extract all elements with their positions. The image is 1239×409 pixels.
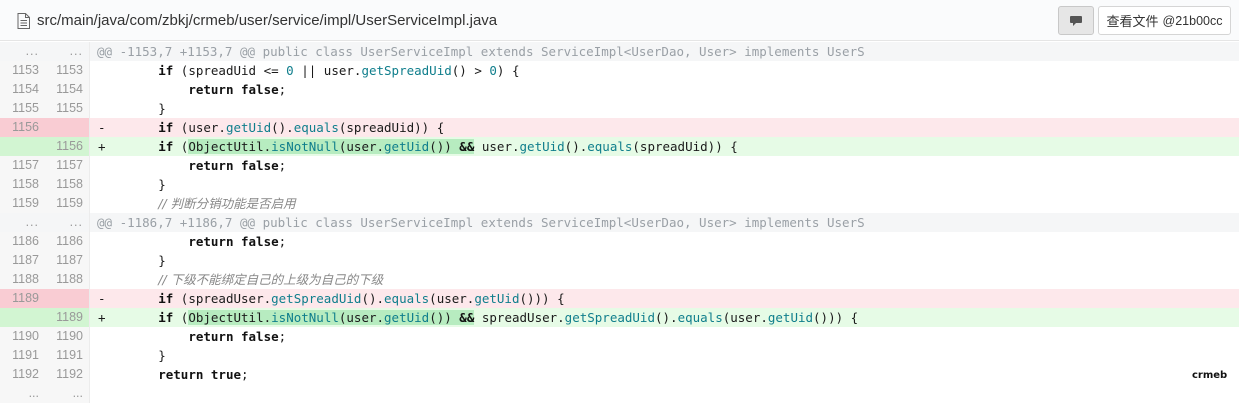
new-line-number xyxy=(45,289,90,308)
old-line-number xyxy=(0,308,45,327)
diff-line: 1157 1157 return false; xyxy=(0,156,1239,175)
file-header: src/main/java/com/zbkj/crmeb/user/servic… xyxy=(0,0,1239,41)
code-text: // 判断分销功能是否启用 xyxy=(158,196,296,211)
code-text: } xyxy=(158,253,166,268)
expand-row[interactable]: ... ... xyxy=(0,384,1239,403)
old-line-number: 1156 xyxy=(0,118,45,137)
old-line-number: 1154 xyxy=(0,80,45,99)
code-text: + if (ObjectUtil.isNotNull(user.getUid()… xyxy=(98,139,738,154)
hunk-text: @@ -1186,7 +1186,7 @@ public class UserS… xyxy=(97,215,865,230)
hunk-text: @@ -1153,7 +1153,7 @@ public class UserS… xyxy=(97,44,865,59)
diff-line: 1155 1155 } xyxy=(0,99,1239,118)
code-text: // 下级不能绑定自己的上级为自己的下级 xyxy=(158,272,384,287)
old-line-number: 1153 xyxy=(0,61,45,80)
old-line-number: ... xyxy=(0,213,45,232)
old-line-number: 1187 xyxy=(0,251,45,270)
old-line-number: 1157 xyxy=(0,156,45,175)
view-file-label: 查看文件 xyxy=(1106,14,1159,29)
new-line-number: 1159 xyxy=(45,194,90,213)
new-line-number: 1157 xyxy=(45,156,90,175)
old-line-number: ... xyxy=(0,384,45,403)
old-line-number: 1158 xyxy=(0,175,45,194)
added-line: 1156 + if (ObjectUtil.isNotNull(user.get… xyxy=(0,137,1239,156)
new-line-number xyxy=(45,118,90,137)
code-text: } xyxy=(158,177,166,192)
code-text: } xyxy=(158,101,166,116)
old-line-number: ... xyxy=(0,42,45,61)
diff-line: 1153 1153 if (spreadUid <= 0 || user.get… xyxy=(0,61,1239,80)
diff-line: 1188 1188 // 下级不能绑定自己的上级为自己的下级 xyxy=(0,270,1239,289)
file-path[interactable]: src/main/java/com/zbkj/crmeb/user/servic… xyxy=(37,11,497,31)
hunk-header[interactable]: ... ... @@ -1153,7 +1153,7 @@ public cla… xyxy=(0,42,1239,61)
diff-line: 1192 1192 return true; xyxy=(0,365,1239,384)
old-line-number: 1191 xyxy=(0,346,45,365)
deleted-line: 1189 - if (spreadUser.getSpreadUid().equ… xyxy=(0,289,1239,308)
diff-line: 1186 1186 return false; xyxy=(0,232,1239,251)
new-line-number: ... xyxy=(45,213,90,232)
new-line-number: ... xyxy=(45,42,90,61)
comment-icon xyxy=(1070,15,1082,26)
new-line-number: ... xyxy=(45,384,90,403)
code-text: - if (user.getUid().equals(spreadUid)) { xyxy=(98,120,445,135)
new-line-number: 1190 xyxy=(45,327,90,346)
deleted-line: 1156 - if (user.getUid().equals(spreadUi… xyxy=(0,118,1239,137)
diff-line: 1159 1159 // 判断分销功能是否启用 xyxy=(0,194,1239,213)
diff-view: ... ... @@ -1153,7 +1153,7 @@ public cla… xyxy=(0,42,1239,403)
crmeb-watermark: crmeb xyxy=(1192,370,1228,381)
old-line-number: 1190 xyxy=(0,327,45,346)
code-text: return false; xyxy=(188,82,287,97)
new-line-number: 1153 xyxy=(45,61,90,80)
new-line-number: 1154 xyxy=(45,80,90,99)
old-line-number: 1186 xyxy=(0,232,45,251)
diff-line: 1187 1187 } xyxy=(0,251,1239,270)
code-text: if (spreadUid <= 0 || user.getSpreadUid(… xyxy=(158,63,520,78)
code-text: - if (spreadUser.getSpreadUid().equals(u… xyxy=(98,291,565,306)
diff-line: 1190 1190 return false; xyxy=(0,327,1239,346)
new-line-number: 1192 xyxy=(45,365,90,384)
new-line-number: 1155 xyxy=(45,99,90,118)
new-line-number: 1191 xyxy=(45,346,90,365)
new-line-number: 1189 xyxy=(45,308,90,327)
code-text: return false; xyxy=(188,158,287,173)
code-text: } xyxy=(158,348,166,363)
hunk-header[interactable]: ... ... @@ -1186,7 +1186,7 @@ public cla… xyxy=(0,213,1239,232)
new-line-number: 1156 xyxy=(45,137,90,156)
diff-line: 1191 1191 } xyxy=(0,346,1239,365)
diff-line: 1154 1154 return false; xyxy=(0,80,1239,99)
old-line-number: 1192 xyxy=(0,365,45,384)
old-line-number: 1188 xyxy=(0,270,45,289)
added-line: 1189 + if (ObjectUtil.isNotNull(user.get… xyxy=(0,308,1239,327)
new-line-number: 1186 xyxy=(45,232,90,251)
code-text: return false; xyxy=(188,234,287,249)
old-line-number: 1159 xyxy=(0,194,45,213)
file-icon xyxy=(17,13,30,29)
code-text: return true; xyxy=(158,367,249,382)
old-line-number xyxy=(0,137,45,156)
new-line-number: 1188 xyxy=(45,270,90,289)
comment-button[interactable] xyxy=(1058,6,1094,35)
new-line-number: 1187 xyxy=(45,251,90,270)
code-text: + if (ObjectUtil.isNotNull(user.getUid()… xyxy=(98,310,859,325)
view-file-button[interactable]: 查看文件 @21b00cc xyxy=(1098,6,1231,35)
old-line-number: 1155 xyxy=(0,99,45,118)
commit-hash: @21b00cc xyxy=(1162,13,1223,28)
old-line-number: 1189 xyxy=(0,289,45,308)
code-text: return false; xyxy=(188,329,287,344)
diff-line: 1158 1158 } xyxy=(0,175,1239,194)
new-line-number: 1158 xyxy=(45,175,90,194)
